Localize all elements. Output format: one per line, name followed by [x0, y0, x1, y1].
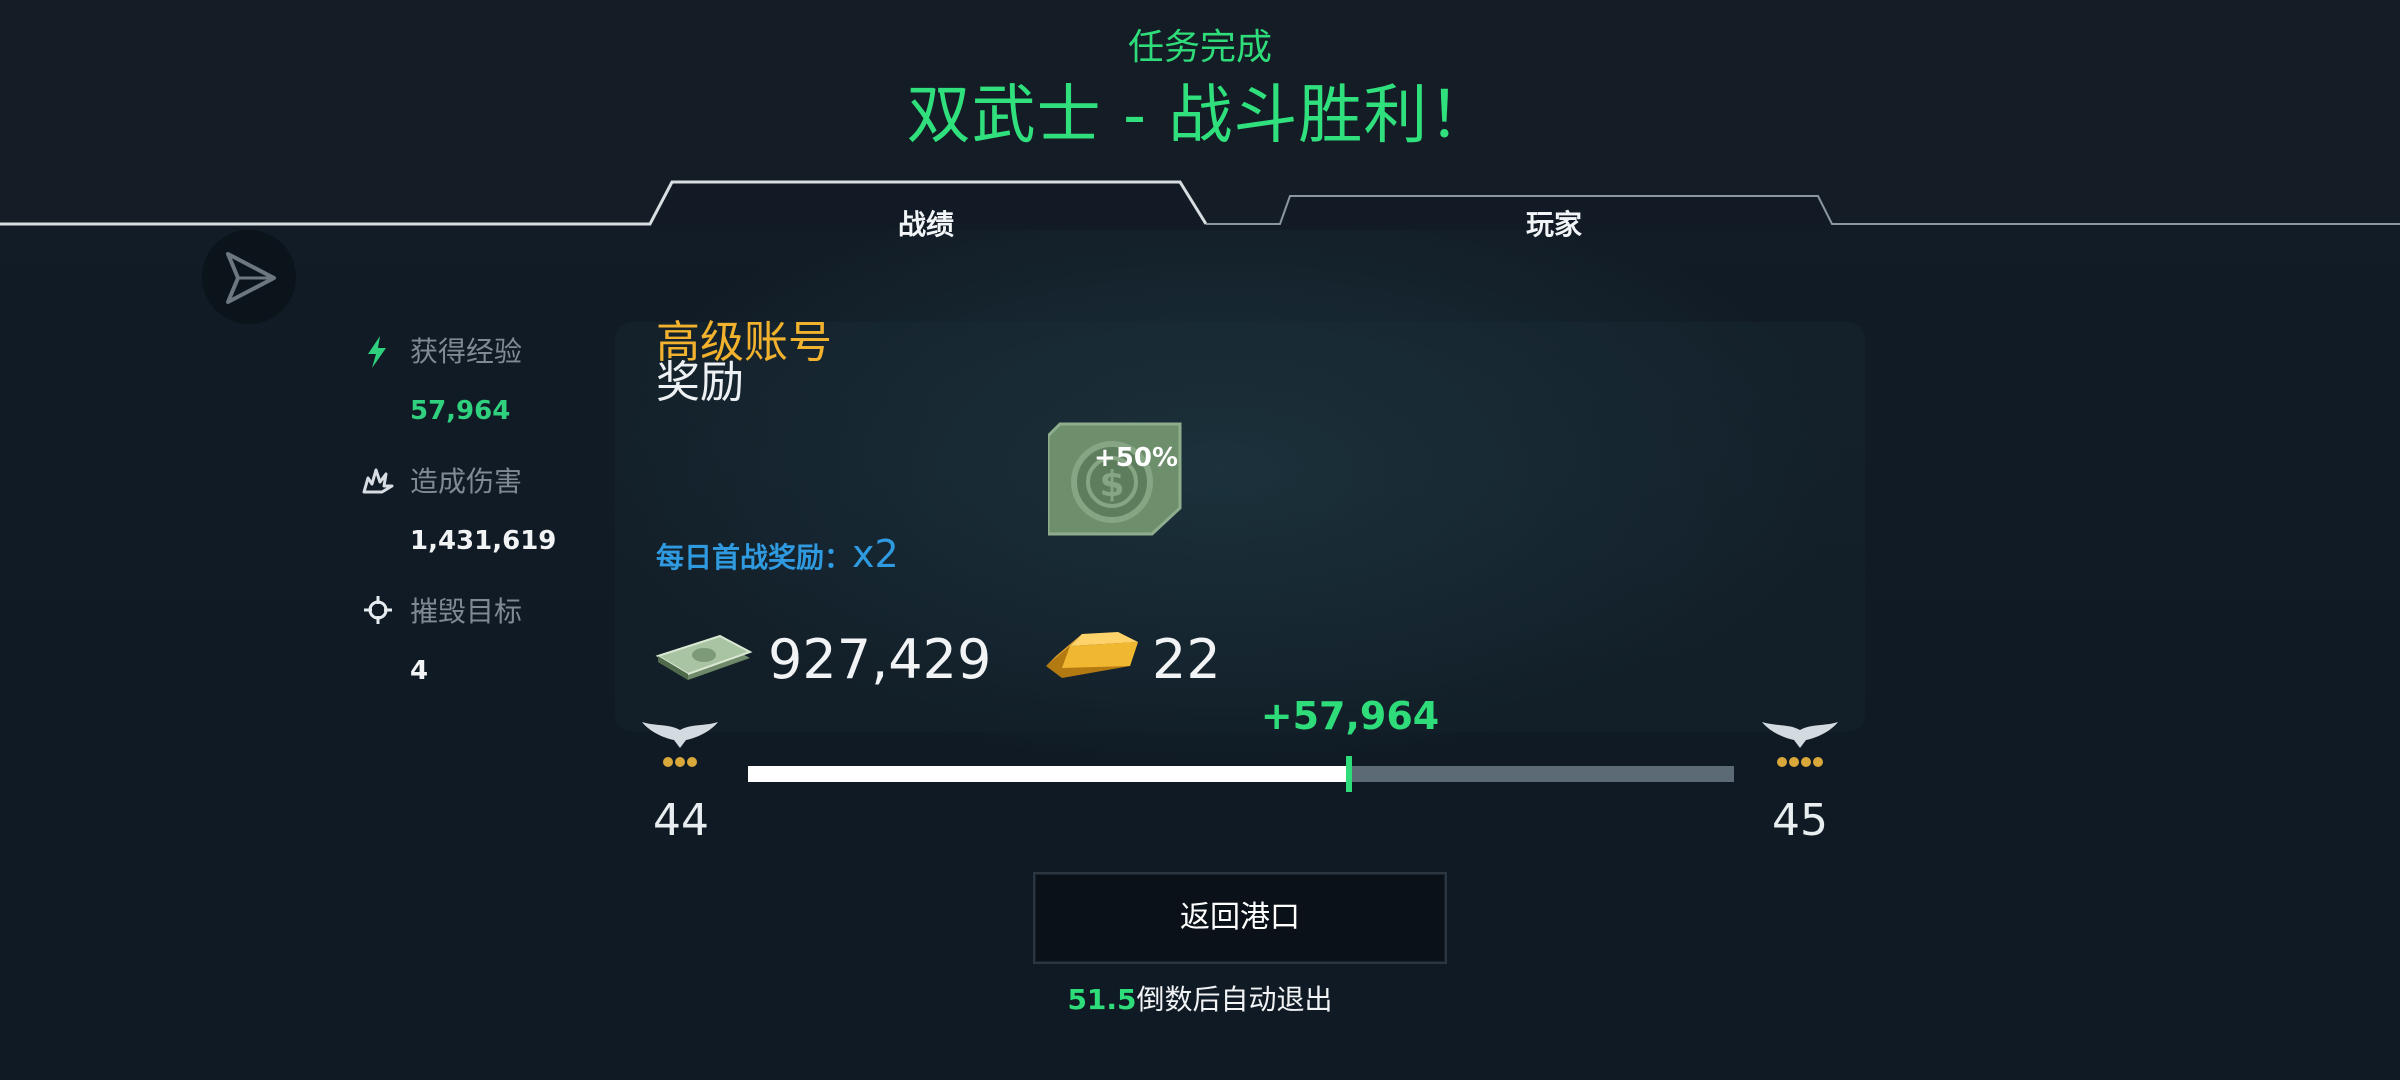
send-icon	[226, 252, 276, 304]
stat-value-experience: 57,964	[410, 396, 511, 426]
battle-result-title: 双武士 - 战斗胜利！	[906, 79, 1494, 153]
xp-progress-fill	[748, 766, 1349, 782]
mission-complete-subtitle: 任务完成	[1127, 27, 1272, 68]
tab-outline	[0, 180, 2400, 230]
bonus-percent: +50%	[1094, 443, 1179, 473]
daily-first-battle-bonus: 每日首战奖励：x2	[656, 534, 899, 578]
stat-label: 获得经验	[410, 335, 523, 368]
money-bonus-badge-icon: $	[1048, 422, 1182, 536]
gold-bar-icon	[1046, 632, 1138, 678]
xp-progress-marker	[1346, 756, 1352, 792]
stat-value-damage: 1,431,619	[410, 526, 557, 556]
credits-amount: 927,429	[768, 628, 992, 691]
daily-bonus-multiplier: x2	[852, 532, 899, 576]
tab-stats[interactable]: 战绩	[672, 182, 1180, 241]
rank-eagle-next-icon	[1762, 722, 1838, 767]
stats-list: 获得经验 57,964 造成伤害 1,431,619 摧毁目标 4	[350, 330, 610, 700]
stat-item-experience: 获得经验 57,964	[350, 330, 610, 430]
lightning-icon	[368, 336, 386, 368]
current-level: 44	[653, 795, 709, 846]
results-screen: 任务完成 双武士 - 战斗胜利！ 战绩 玩家 获得经验 57,964 造成伤害 …	[0, 0, 2400, 1080]
cash-icon	[655, 634, 753, 680]
gold-amount: 22	[1152, 628, 1221, 691]
return-to-port-label: 返回港口	[1180, 900, 1300, 935]
tab-stats-label: 战绩	[897, 208, 954, 241]
return-to-port-button[interactable]: 返回港口	[1033, 872, 1447, 964]
tab-players[interactable]: 玩家	[1290, 196, 1818, 241]
countdown-seconds: 51.5	[1067, 983, 1137, 1016]
auto-exit-countdown: 51.5倒数后自动退出	[0, 980, 2400, 1020]
explosion-icon	[362, 468, 394, 494]
stat-value-kills: 4	[410, 656, 429, 686]
countdown-text: 倒数后自动退出	[1136, 983, 1333, 1016]
daily-bonus-label: 每日首战奖励：	[656, 541, 853, 574]
next-level: 45	[1772, 795, 1828, 846]
stat-label: 摧毁目标	[410, 595, 523, 628]
crosshair-icon	[364, 596, 392, 624]
stat-item-kills: 摧毁目标 4	[350, 590, 610, 690]
share-button[interactable]	[202, 230, 296, 324]
reward-label: 奖励	[656, 357, 744, 408]
xp-gain: +57,964	[1260, 694, 1440, 738]
stat-item-damage: 造成伤害 1,431,619	[350, 460, 610, 560]
stat-label: 造成伤害	[410, 465, 523, 498]
rank-eagle-current-icon	[642, 722, 718, 767]
tab-players-label: 玩家	[1525, 208, 1582, 241]
